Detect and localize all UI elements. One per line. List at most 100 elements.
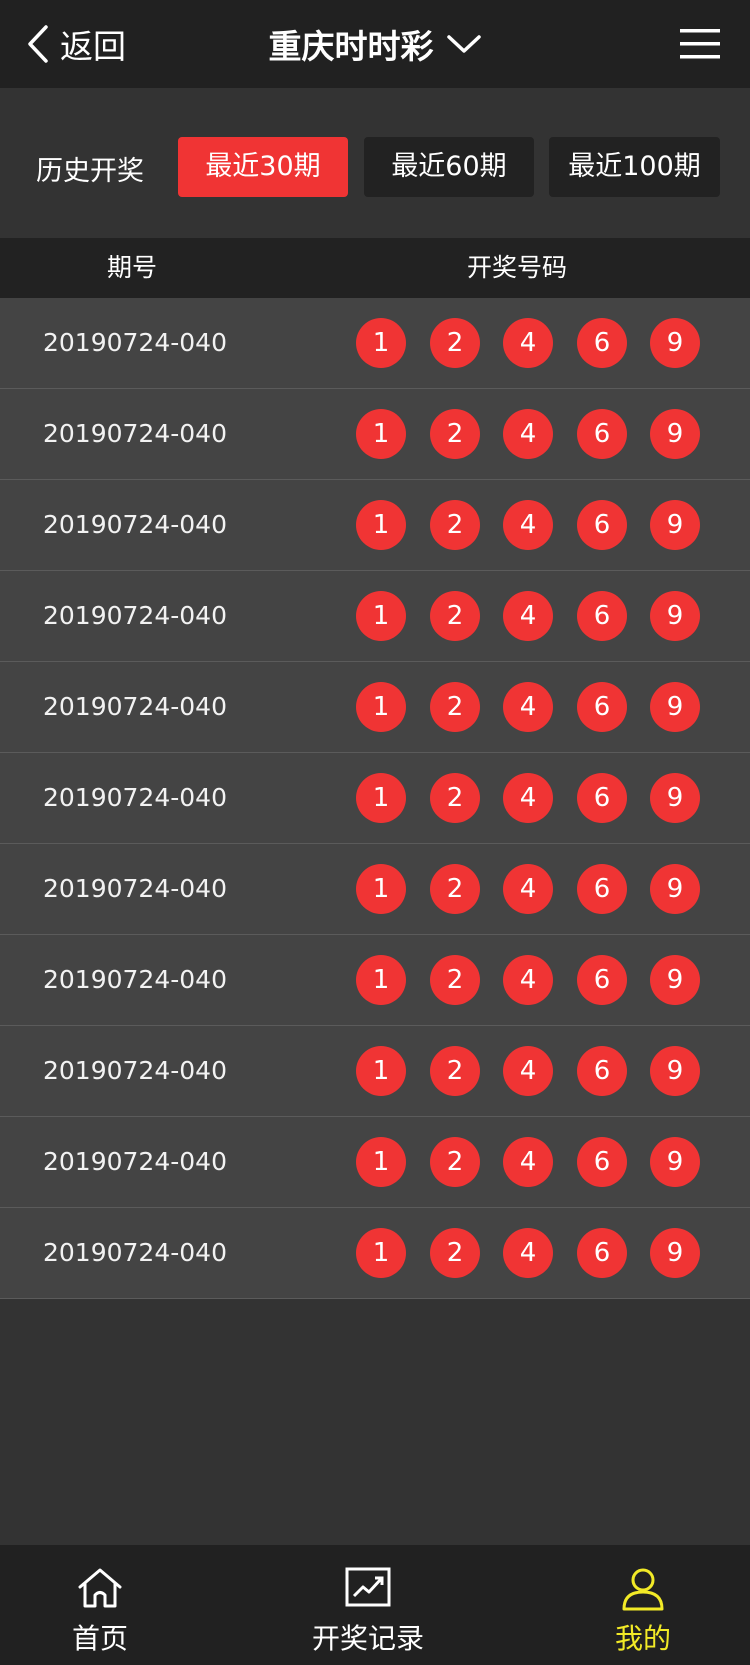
draw-number-ball: 9 [650, 591, 700, 641]
tab-mine[interactable]: 我的 [543, 1545, 743, 1665]
draw-number-ball: 4 [503, 1228, 553, 1278]
draw-number-ball: 1 [356, 1228, 406, 1278]
lottery-selector[interactable]: 重庆时时彩 [0, 22, 750, 66]
trend-chart-icon [345, 1567, 391, 1607]
table-header: 期号 开奖号码 [0, 238, 750, 298]
tab-home-label: 首页 [71, 1622, 128, 1655]
draw-number-ball: 1 [356, 409, 406, 459]
table-row: 20190724-040 1 2 4 6 9 [0, 844, 750, 935]
draw-number-ball: 9 [650, 1046, 700, 1096]
draw-number-ball: 6 [577, 1046, 627, 1096]
draw-number-ball: 4 [503, 1137, 553, 1187]
table-row: 20190724-040 1 2 4 6 9 [0, 1026, 750, 1117]
draw-number-ball: 1 [356, 955, 406, 1005]
draw-number-ball: 1 [356, 1046, 406, 1096]
draw-number-ball: 4 [503, 682, 553, 732]
draw-number-ball: 6 [577, 500, 627, 550]
issue-number: 20190724-040 [43, 1056, 227, 1085]
draw-number-ball: 9 [650, 773, 700, 823]
top-nav-bar: 返回 重庆时时彩 [0, 0, 750, 88]
draw-number-ball: 6 [577, 682, 627, 732]
draw-number-ball: 2 [430, 955, 480, 1005]
column-header-issue: 期号 [107, 253, 158, 282]
draw-number-ball: 4 [503, 500, 553, 550]
draw-number-ball: 4 [503, 864, 553, 914]
draw-number-ball: 4 [503, 955, 553, 1005]
table-row: 20190724-040 1 2 4 6 9 [0, 935, 750, 1026]
draw-number-ball: 6 [577, 318, 627, 368]
issue-number: 20190724-040 [43, 510, 227, 539]
draw-number-ball: 6 [577, 1228, 627, 1278]
history-filter-bar: 历史开奖 最近30期 最近60期 最近100期 [0, 88, 750, 238]
table-row: 20190724-040 1 2 4 6 9 [0, 571, 750, 662]
results-list: 20190724-040 1 2 4 6 9 20190724-040 1 2 4 6 9 201907… [0, 298, 750, 1299]
draw-number-ball: 1 [356, 591, 406, 641]
draw-number-ball: 1 [356, 318, 406, 368]
draw-number-ball: 2 [430, 773, 480, 823]
draw-number-ball: 2 [430, 864, 480, 914]
draw-number-ball: 2 [430, 500, 480, 550]
draw-number-ball: 9 [650, 1137, 700, 1187]
draw-number-ball: 1 [356, 1137, 406, 1187]
draw-number-ball: 2 [430, 409, 480, 459]
draw-number-ball: 4 [503, 773, 553, 823]
draw-number-ball: 2 [430, 318, 480, 368]
draw-number-ball: 2 [430, 682, 480, 732]
tab-mine-label: 我的 [614, 1622, 671, 1655]
draw-number-ball: 4 [503, 591, 553, 641]
draw-number-ball: 6 [577, 1137, 627, 1187]
tab-draw-records-label: 开奖记录 [311, 1622, 424, 1655]
draw-number-ball: 2 [430, 591, 480, 641]
draw-number-ball: 6 [577, 773, 627, 823]
draw-number-ball: 6 [577, 409, 627, 459]
menu-icon[interactable] [680, 26, 720, 62]
draw-number-ball: 4 [503, 409, 553, 459]
table-row: 20190724-040 1 2 4 6 9 [0, 480, 750, 571]
draw-number-ball: 9 [650, 682, 700, 732]
draw-number-ball: 6 [577, 591, 627, 641]
issue-number: 20190724-040 [43, 1147, 227, 1176]
table-row: 20190724-040 1 2 4 6 9 [0, 662, 750, 753]
draw-number-ball: 2 [430, 1228, 480, 1278]
draw-number-ball: 9 [650, 1228, 700, 1278]
issue-number: 20190724-040 [43, 965, 227, 994]
draw-number-ball: 2 [430, 1137, 480, 1187]
filter-recent-30-button[interactable]: 最近30期 [178, 137, 348, 197]
filter-recent-60-button[interactable]: 最近60期 [364, 137, 534, 197]
tab-draw-records[interactable]: 开奖记录 [268, 1545, 468, 1665]
draw-number-ball: 9 [650, 500, 700, 550]
issue-number: 20190724-040 [43, 783, 227, 812]
draw-number-ball: 1 [356, 682, 406, 732]
draw-number-ball: 6 [577, 955, 627, 1005]
issue-number: 20190724-040 [43, 328, 227, 357]
draw-number-ball: 9 [650, 409, 700, 459]
draw-number-ball: 4 [503, 1046, 553, 1096]
draw-number-ball: 1 [356, 773, 406, 823]
draw-number-ball: 1 [356, 864, 406, 914]
draw-number-ball: 9 [650, 318, 700, 368]
draw-number-ball: 9 [650, 864, 700, 914]
table-row: 20190724-040 1 2 4 6 9 [0, 1208, 750, 1299]
chevron-down-icon [446, 35, 481, 53]
page-title: 重庆时时彩 [268, 27, 434, 66]
issue-number: 20190724-040 [43, 601, 227, 630]
issue-number: 20190724-040 [43, 874, 227, 903]
table-row: 20190724-040 1 2 4 6 9 [0, 753, 750, 844]
table-row: 20190724-040 1 2 4 6 9 [0, 1117, 750, 1208]
draw-number-ball: 1 [356, 500, 406, 550]
draw-number-ball: 9 [650, 955, 700, 1005]
issue-number: 20190724-040 [43, 419, 227, 448]
issue-number: 20190724-040 [43, 1238, 227, 1267]
draw-number-ball: 2 [430, 1046, 480, 1096]
home-icon [78, 1568, 122, 1608]
table-row: 20190724-040 1 2 4 6 9 [0, 298, 750, 389]
tab-home[interactable]: 首页 [0, 1545, 200, 1665]
user-icon [622, 1568, 664, 1611]
filter-recent-100-button[interactable]: 最近100期 [549, 137, 720, 197]
bottom-tab-bar: 首页 开奖记录 我的 [0, 1545, 750, 1665]
table-row: 20190724-040 1 2 4 6 9 [0, 389, 750, 480]
column-header-numbers: 开奖号码 [467, 253, 568, 282]
draw-number-ball: 4 [503, 318, 553, 368]
filter-label: 历史开奖 [36, 156, 144, 187]
issue-number: 20190724-040 [43, 692, 227, 721]
